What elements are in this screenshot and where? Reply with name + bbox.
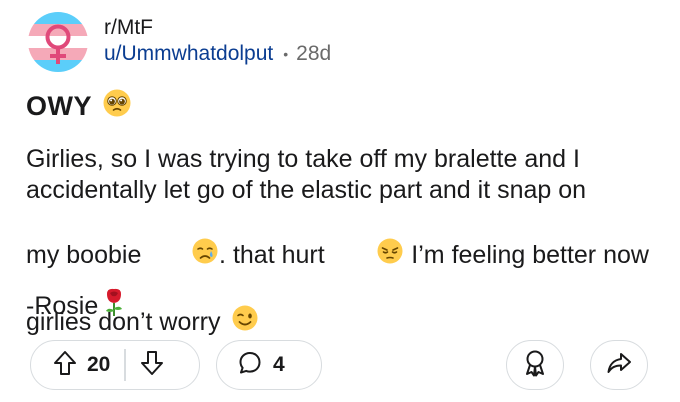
post-header: r/MtF u/Ummwhatdolput • 28d [28,12,331,72]
body-line-2: accidentally let go of the elastic part … [26,176,587,204]
community-name[interactable]: r/MtF [104,16,331,40]
body-line-3-part-2: . that hurt [219,240,325,269]
downvote-icon[interactable] [140,350,164,381]
pensive-face-icon [335,206,405,304]
rose-icon [100,287,128,325]
post-age: 28d [296,42,332,65]
post-title[interactable]: OWY [26,88,132,125]
vote-group: 20 [30,340,200,390]
share-button[interactable] [590,340,648,390]
share-arrow-icon [606,351,632,380]
upvote-icon[interactable] [53,350,77,381]
author-line: u/Ummwhatdolput • 28d [104,40,331,68]
winking-face-icon [231,304,259,340]
body-line-3-part-3: I’m feeling better now [404,240,649,269]
community-avatar[interactable] [28,12,88,72]
post-actions-bar: 20 4 [30,340,650,390]
pleading-face-icon [102,88,132,125]
post-signoff: -Rosie [26,287,128,325]
body-line-1: Girlies, so I was trying to take off my … [26,145,580,173]
award-button[interactable] [506,340,564,390]
crying-face-icon [149,206,219,304]
body-line-3-part-1: my boobie [26,240,142,269]
vote-score: 20 [87,353,111,376]
post-meta: r/MtF u/Ummwhatdolput • 28d [104,16,331,68]
award-icon [522,349,548,382]
post-title-text: OWY [26,91,92,121]
trans-flag-symbol-icon [28,12,88,72]
meta-separator: • [283,46,289,62]
comment-count: 4 [273,353,285,376]
vote-divider [124,349,126,381]
comment-bubble-icon [237,350,263,381]
comments-button[interactable]: 4 [216,340,322,390]
signoff-text: -Rosie [26,291,99,320]
author-username[interactable]: u/Ummwhatdolput [104,40,273,68]
